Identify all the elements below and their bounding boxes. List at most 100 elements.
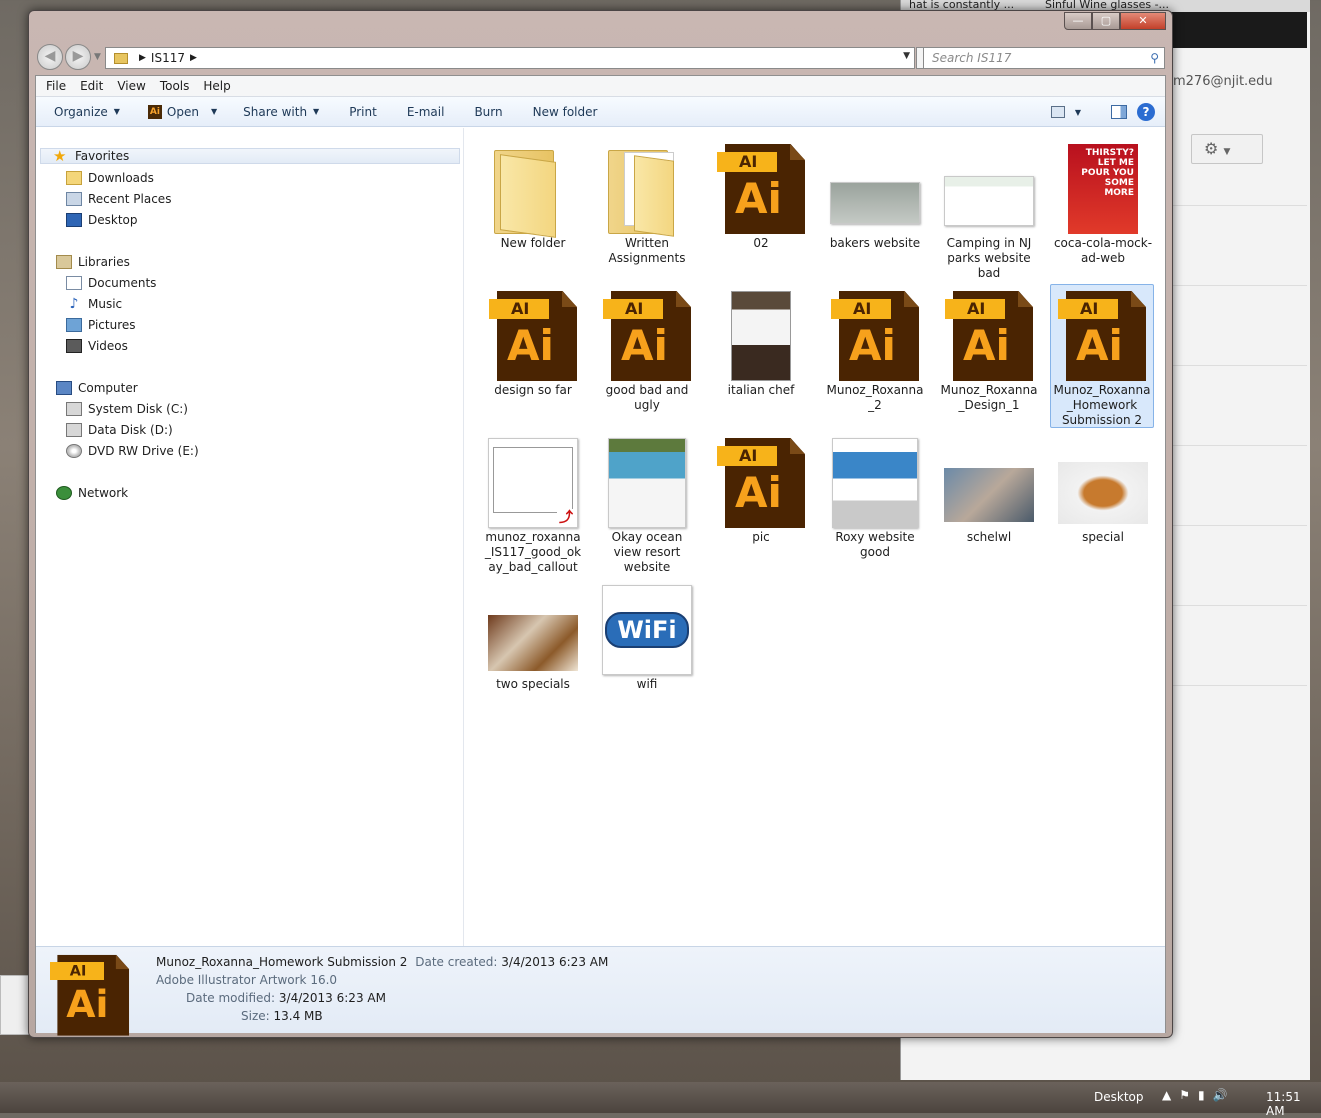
details-date-modified[interactable]: 3/4/2013 6:23 AM [279, 991, 386, 1005]
file-item[interactable]: AI Ai 02 [709, 138, 813, 282]
photo-thumbnail [1058, 462, 1148, 524]
settings-gear-button[interactable]: ⚙ ▼ [1191, 134, 1263, 164]
breadcrumb-arrow-icon[interactable]: ▶ [190, 53, 197, 63]
volume-icon[interactable]: 🔊 [1213, 1088, 1228, 1102]
search-icon[interactable]: ⚲ [1150, 48, 1159, 68]
caption-buttons: — ▢ ✕ [1064, 12, 1166, 30]
file-label: good bad and ugly [605, 383, 689, 412]
burn-button[interactable]: Burn [474, 105, 502, 119]
search-input[interactable]: Search IS117 ⚲ [923, 47, 1165, 69]
open-button[interactable]: Ai Open ▼ [147, 104, 217, 119]
illustrator-file-icon: AI Ai [1058, 289, 1146, 381]
back-button[interactable]: ◀ [37, 44, 63, 70]
file-label: italian chef [727, 383, 795, 397]
nav-videos[interactable]: Videos [66, 339, 128, 353]
file-item[interactable]: Written Assignments [595, 138, 699, 282]
nav-downloads[interactable]: Downloads [66, 171, 154, 185]
file-item[interactable]: AI Ai good bad and ugly [595, 285, 699, 429]
desktop-toolbar-label[interactable]: Desktop [1094, 1090, 1144, 1104]
details-date-created-label: Date created: [415, 955, 498, 969]
file-item[interactable]: Camping in NJ parks website bad [937, 138, 1041, 282]
nav-pictures[interactable]: Pictures [66, 318, 136, 332]
file-item[interactable]: italian chef [709, 285, 813, 429]
menu-file[interactable]: File [46, 79, 66, 93]
account-email[interactable]: m276@njit.edu [1173, 74, 1273, 89]
details-pane: AI Ai Munoz_Roxanna_Homework Submission 2… [36, 946, 1165, 1036]
details-size: 13.4 MB [273, 1009, 323, 1023]
nav-data-disk[interactable]: Data Disk (D:) [66, 423, 173, 437]
nav-label: Favorites [75, 149, 130, 163]
email-button[interactable]: E-mail [407, 105, 445, 119]
nav-computer[interactable]: Computer [56, 381, 138, 395]
nav-system-disk[interactable]: System Disk (C:) [66, 402, 188, 416]
screenshot-thumbnail [832, 438, 918, 528]
folder-icon [490, 144, 576, 238]
file-item[interactable]: special [1051, 432, 1155, 576]
action-center-flag-icon[interactable]: ⚑ [1179, 1088, 1190, 1102]
nav-favorites[interactable]: ★ Favorites [40, 148, 460, 164]
divider [1171, 525, 1307, 526]
recent-pages-dropdown[interactable]: ▼ [94, 52, 101, 62]
file-item[interactable]: AI Ai Munoz_Roxanna_2 [823, 285, 927, 429]
forward-button[interactable]: ▶ [65, 44, 91, 70]
nav-recent-places[interactable]: Recent Places [66, 192, 171, 206]
menu-edit[interactable]: Edit [80, 79, 103, 93]
file-item[interactable]: New folder [481, 138, 585, 282]
network-signal-icon[interactable]: ▮ [1198, 1088, 1205, 1102]
nav-dvd-drive[interactable]: DVD RW Drive (E:) [66, 444, 199, 458]
menu-help[interactable]: Help [203, 79, 230, 93]
nav-documents[interactable]: Documents [66, 276, 156, 290]
clock[interactable]: 11:51 AM [1266, 1090, 1321, 1118]
file-item[interactable]: AI Ai design so far [481, 285, 585, 429]
command-bar: Organize ▼ Ai Open ▼ Share with ▼ Print E-ma… [36, 97, 1165, 127]
close-button[interactable]: ✕ [1120, 12, 1166, 30]
change-view-icon[interactable] [1050, 106, 1065, 118]
file-item[interactable]: THIRSTY? LET ME POUR YOU SOME MORE coca-… [1051, 138, 1155, 282]
file-item[interactable]: AI Ai Munoz_Roxanna_Design_1 [937, 285, 1041, 429]
file-label: special [1082, 530, 1124, 544]
network-icon [56, 486, 72, 500]
menu-tools[interactable]: Tools [160, 79, 190, 93]
menu-bar: File Edit View Tools Help [36, 76, 1165, 97]
nav-label: DVD RW Drive (E:) [88, 444, 199, 458]
hard-drive-icon [66, 423, 82, 437]
file-item[interactable]: schelwl [937, 432, 1041, 576]
nav-label: Data Disk (D:) [88, 423, 173, 437]
minimize-button[interactable]: — [1064, 12, 1092, 30]
file-item[interactable]: ⤴ munoz_roxanna_IS117_good_okay_bad_call… [481, 432, 585, 576]
divider [1171, 605, 1307, 606]
help-icon[interactable]: ? [1137, 103, 1155, 121]
show-hidden-icons-icon[interactable]: ▲ [1162, 1088, 1171, 1102]
menu-view[interactable]: View [117, 79, 145, 93]
file-item[interactable]: Roxy website good [823, 432, 927, 576]
maximize-button[interactable]: ▢ [1092, 12, 1120, 30]
breadcrumb-arrow-icon[interactable]: ▶ [139, 53, 146, 63]
file-item[interactable]: AI Ai pic [709, 432, 813, 576]
address-dropdown-icon[interactable]: ▼ [903, 51, 910, 61]
preview-pane-icon[interactable] [1111, 105, 1127, 119]
file-label: Roxy website good [835, 530, 915, 559]
share-with-button[interactable]: Share with ▼ [243, 105, 319, 119]
file-label: Written Assignments [608, 236, 686, 265]
nav-network[interactable]: Network [56, 486, 128, 500]
poster-thumbnail: THIRSTY? LET ME POUR YOU SOME MORE [1068, 144, 1138, 234]
breadcrumb-is117[interactable]: IS117 [151, 51, 185, 65]
print-button[interactable]: Print [349, 105, 377, 119]
organize-button[interactable]: Organize ▼ [54, 105, 120, 119]
file-item-selected[interactable]: AI Ai Munoz_Roxanna_Homework Submission 2 [1050, 284, 1154, 428]
nav-desktop[interactable]: Desktop [66, 213, 138, 227]
illustrator-file-icon: AI Ai [50, 953, 130, 1036]
new-folder-button[interactable]: New folder [533, 105, 598, 119]
nav-libraries[interactable]: Libraries [56, 255, 130, 269]
file-item[interactable]: bakers website [823, 138, 927, 282]
file-label: schelwl [966, 530, 1012, 544]
address-bar[interactable]: ▶ IS117 ▶ ▼ [105, 47, 915, 69]
file-label: Munoz_Roxanna_Design_1 [940, 383, 1038, 412]
caret-down-icon[interactable]: ▼ [1075, 108, 1081, 117]
nav-music[interactable]: ♪ Music [66, 297, 123, 311]
file-label: Munoz_Roxanna_2 [826, 383, 924, 412]
photo-thumbnail [488, 615, 578, 671]
file-item[interactable]: two specials [481, 579, 585, 723]
file-item[interactable]: WiFi wifi [595, 579, 699, 723]
file-item[interactable]: Okay ocean view resort website [595, 432, 699, 576]
